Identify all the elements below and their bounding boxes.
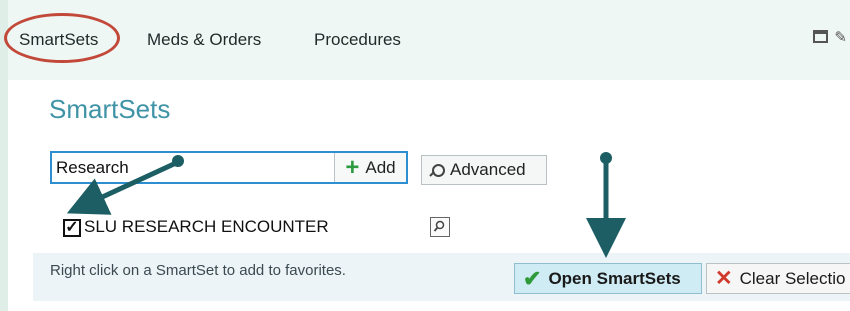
pencil-icon[interactable]: ✎ bbox=[834, 28, 847, 46]
checkmark-icon: ✔ bbox=[523, 265, 542, 291]
preview-icon[interactable] bbox=[430, 217, 450, 237]
result-label: SLU RESEARCH ENCOUNTER bbox=[84, 217, 329, 236]
search-icon bbox=[430, 163, 445, 177]
plus-icon: + bbox=[345, 153, 360, 181]
open-smartsets-label: Open SmartSets bbox=[548, 268, 681, 288]
window-icon[interactable] bbox=[813, 30, 828, 43]
section-title: SmartSets bbox=[49, 94, 171, 124]
annotation-circle bbox=[4, 13, 120, 63]
add-label: Add bbox=[365, 157, 396, 177]
search-box: + Add bbox=[50, 151, 408, 184]
result-checkbox[interactable]: ✓ bbox=[63, 219, 81, 237]
tab-procedures[interactable]: Procedures bbox=[314, 30, 401, 50]
advanced-label: Advanced bbox=[450, 160, 526, 179]
open-smartsets-button[interactable]: ✔ Open SmartSets bbox=[514, 263, 702, 294]
tab-meds-orders[interactable]: Meds & Orders bbox=[147, 30, 261, 50]
tab-bar bbox=[0, 0, 850, 80]
clear-selection-button[interactable]: ✕ Clear Selectio bbox=[706, 263, 850, 294]
add-button[interactable]: + Add bbox=[334, 153, 406, 182]
advanced-button[interactable]: Advanced bbox=[421, 155, 547, 185]
search-input[interactable] bbox=[56, 156, 334, 180]
x-icon: ✕ bbox=[715, 266, 733, 290]
hint-text: Right click on a SmartSet to add to favo… bbox=[50, 262, 346, 279]
clear-selection-label: Clear Selectio bbox=[739, 268, 846, 288]
